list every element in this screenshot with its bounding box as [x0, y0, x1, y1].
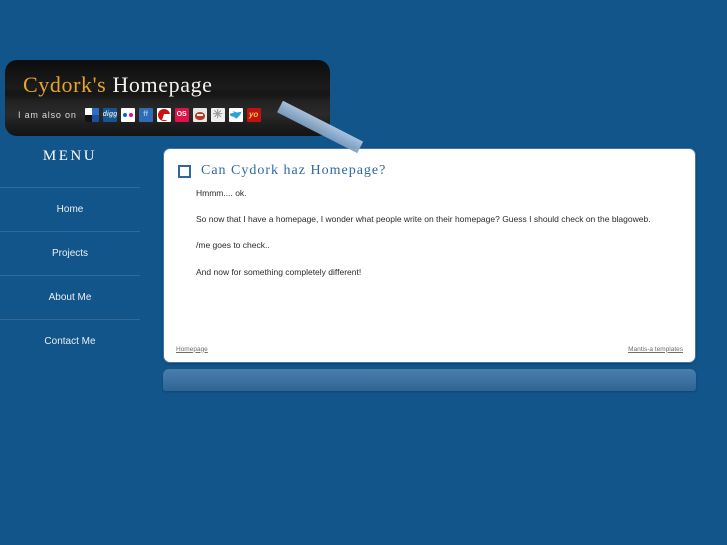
asterisk-icon[interactable]: ✳ — [210, 108, 225, 122]
quake-icon[interactable] — [156, 108, 171, 122]
sidebar-heading: MENU — [42, 148, 98, 164]
site-header: Cydork's Homepage I am also on digg ff O… — [5, 60, 364, 154]
redmono-icon[interactable]: yo — [246, 108, 261, 122]
site-title-plain: Homepage — [112, 72, 213, 97]
post-paragraph: So now that I have a homepage, I wonder … — [196, 214, 651, 225]
square-bullet-icon — [178, 164, 191, 178]
post-paragraph: And now for something completely differe… — [196, 266, 362, 277]
post-card: Can Cydork haz Homepage? Hmmm.... ok. So… — [163, 148, 696, 363]
page-title: Cydork's Homepage — [23, 72, 213, 98]
sidebar-item-projects[interactable]: Projects — [0, 231, 140, 275]
flickr-icon[interactable] — [120, 108, 135, 122]
footer-link-templates[interactable]: Mantis-a templates — [628, 346, 683, 353]
sidebar-item-about-me[interactable]: About Me — [0, 275, 140, 319]
post-body: Hmmm.... ok. So now that I have a homepa… — [164, 179, 695, 279]
header-panel: Cydork's Homepage I am also on digg ff O… — [5, 60, 330, 136]
os-icon[interactable]: OS — [174, 108, 189, 122]
also-on-label: I am also on — [18, 110, 77, 120]
post-header: Can Cydork haz Homepage? — [164, 149, 695, 179]
sidebar-item-contact-me[interactable]: Contact Me — [0, 319, 140, 363]
delicious-icon[interactable] — [84, 108, 99, 122]
post-title: Can Cydork haz Homepage? — [201, 163, 387, 178]
digg-icon[interactable]: digg — [102, 108, 117, 122]
sidebar: MENU Home Projects About Me Contact Me — [0, 148, 140, 363]
post-paragraph: Hmmm.... ok. — [196, 188, 247, 198]
post-paragraph: /me goes to check.. — [196, 240, 270, 251]
twitter-icon[interactable] — [228, 108, 243, 122]
reddit-icon[interactable] — [192, 108, 207, 122]
sidebar-item-home[interactable]: Home — [0, 187, 140, 231]
post-footer: Homepage Mantis-a templates — [164, 342, 695, 356]
footer-link-homepage[interactable]: Homepage — [176, 346, 208, 353]
friendfeed-icon[interactable]: ff — [138, 108, 153, 122]
bottom-panel — [163, 369, 696, 391]
site-title-accent: Cydork's — [23, 72, 107, 97]
social-links-row: I am also on digg ff OS ✳ yo — [18, 108, 261, 122]
